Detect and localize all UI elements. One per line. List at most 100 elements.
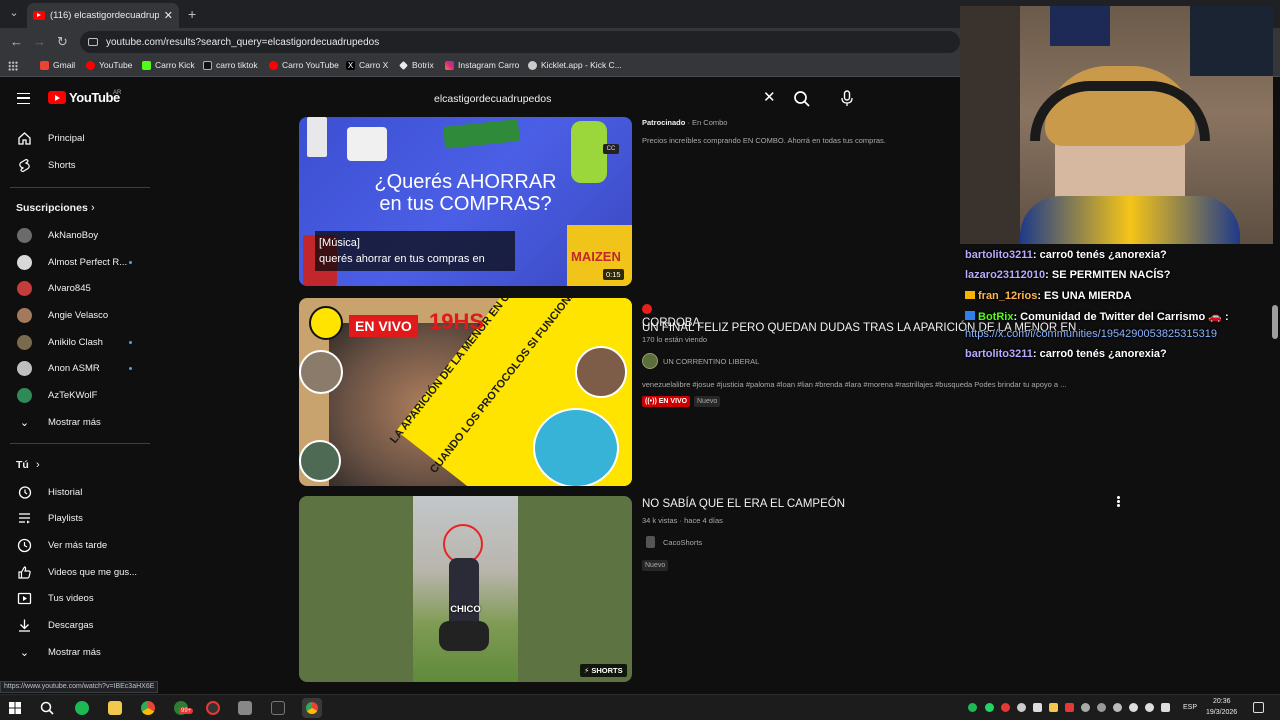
tab-close-icon[interactable]: ✕ bbox=[164, 9, 173, 22]
thumbnail-time-label: 19HS bbox=[429, 309, 485, 334]
clear-search-icon[interactable]: ✕ bbox=[763, 90, 776, 105]
tray-icon[interactable] bbox=[1033, 703, 1042, 712]
page-scrollbar-thumb[interactable] bbox=[1272, 305, 1278, 339]
show-more-subscriptions[interactable]: ⌄ Mostrar más bbox=[0, 410, 160, 434]
app-icon[interactable] bbox=[238, 701, 252, 715]
tray-icon[interactable] bbox=[1001, 703, 1010, 712]
shorts-badge: ⚡ SHORTS bbox=[580, 664, 627, 677]
sidebar-item-home[interactable]: Principal bbox=[0, 126, 160, 150]
sidebar-item-subscription[interactable]: Alvaro845 bbox=[0, 276, 160, 300]
site-info-icon[interactable] bbox=[88, 38, 98, 46]
search-icon[interactable] bbox=[793, 90, 811, 108]
chrome-icon[interactable] bbox=[141, 701, 155, 715]
tray-icon[interactable] bbox=[1017, 703, 1026, 712]
bookmark-botrix[interactable]: Botrix bbox=[399, 60, 434, 70]
volume-icon[interactable] bbox=[1145, 703, 1154, 712]
windows-start-icon[interactable] bbox=[9, 702, 21, 714]
avatar bbox=[17, 280, 32, 296]
red-circle-icon bbox=[642, 304, 652, 314]
you-heading[interactable]: Tú › bbox=[0, 453, 160, 477]
clock-time[interactable]: 20:36 bbox=[1213, 698, 1231, 705]
show-more-you[interactable]: ⌄ Mostrar más bbox=[0, 640, 160, 664]
video-thumbnail[interactable]: LA APARICIÓN DE LA MENOR EN CORDOBA DEJA… bbox=[299, 298, 632, 486]
closed-captions-icon[interactable]: CC bbox=[603, 144, 619, 154]
tray-icon[interactable] bbox=[1097, 703, 1106, 712]
avatar[interactable] bbox=[642, 353, 658, 369]
sidebar-item-subscription[interactable]: Anikilo Clash bbox=[0, 330, 160, 354]
omnibox[interactable]: youtube.com/results?search_query=elcasti… bbox=[80, 31, 960, 53]
bookmark-carro-youtube[interactable]: Carro YouTube bbox=[269, 60, 339, 70]
youtube-logo[interactable]: YouTube bbox=[48, 90, 120, 105]
video-title[interactable]: NO SABÍA QUE EL ERA EL CAMPEÓN bbox=[642, 498, 845, 510]
file-explorer-icon[interactable] bbox=[108, 701, 122, 715]
sidebar-item-downloads[interactable]: Descargas bbox=[0, 613, 160, 637]
advertiser-name[interactable]: En Combo bbox=[692, 118, 727, 127]
inset-photo bbox=[299, 440, 341, 482]
bookmark-gmail[interactable]: Gmail bbox=[40, 60, 75, 70]
sidebar: Principal Shorts Suscripciones › AkNanoB… bbox=[0, 119, 160, 679]
forward-icon[interactable]: → bbox=[33, 35, 46, 49]
tray-icon[interactable] bbox=[1049, 703, 1058, 712]
bookmark-instagram-carro[interactable]: Instagram Carro bbox=[445, 60, 519, 70]
obs-icon[interactable] bbox=[206, 701, 220, 715]
apps-grid-icon[interactable] bbox=[8, 61, 18, 71]
chat-link[interactable]: https://x.com/i/communities/195429005382… bbox=[965, 328, 1217, 340]
youtube-icon bbox=[86, 60, 95, 70]
sidebar-item-subscription[interactable]: Anon ASMR bbox=[0, 356, 160, 380]
avatar bbox=[17, 307, 32, 323]
clock-date[interactable]: 19/3/2026 bbox=[1206, 709, 1237, 716]
menu-icon[interactable] bbox=[17, 93, 30, 104]
history-icon bbox=[18, 485, 32, 499]
spotify-icon[interactable] bbox=[75, 701, 89, 715]
new-content-dot bbox=[129, 340, 132, 344]
app-icon[interactable] bbox=[271, 701, 285, 715]
sidebar-item-playlists[interactable]: Playlists bbox=[0, 506, 160, 530]
avatar bbox=[17, 227, 32, 243]
battery-icon[interactable] bbox=[1161, 703, 1170, 712]
channel-name[interactable]: CacoShorts bbox=[663, 538, 702, 547]
sidebar-item-subscription[interactable]: AkNanoBoy bbox=[0, 223, 160, 247]
sidebar-item-shorts[interactable]: Shorts bbox=[0, 153, 160, 177]
sidebar-item-watch-later[interactable]: Ver más tarde bbox=[0, 533, 160, 557]
shorts-thumbnail[interactable]: CHICO ⚡ SHORTS bbox=[299, 496, 632, 682]
sidebar-item-liked-videos[interactable]: Videos que me gus... bbox=[0, 560, 160, 584]
microphone-icon[interactable] bbox=[840, 90, 854, 107]
sidebar-item-your-videos[interactable]: Tus videos bbox=[0, 586, 160, 610]
back-icon[interactable]: ← bbox=[10, 35, 23, 49]
sidebar-item-subscription[interactable]: AzTeKWolF bbox=[0, 383, 160, 407]
whatsapp-tray-icon[interactable] bbox=[985, 703, 994, 712]
tray-icon[interactable] bbox=[1065, 703, 1074, 712]
product-image bbox=[347, 127, 387, 161]
bookmark-carro-x[interactable]: X Carro X bbox=[346, 60, 388, 70]
subscriptions-heading[interactable]: Suscripciones › bbox=[0, 196, 160, 220]
channel-name[interactable]: UN CORRENTINO LIBERAL bbox=[663, 357, 759, 366]
sidebar-item-history[interactable]: Historial bbox=[0, 480, 160, 504]
bookmark-carro-tiktok[interactable]: carro tiktok bbox=[203, 60, 258, 70]
url-text[interactable]: youtube.com/results?search_query=elcasti… bbox=[106, 37, 379, 48]
bookmark-youtube[interactable]: YouTube bbox=[86, 60, 132, 70]
tray-icon[interactable] bbox=[1113, 703, 1122, 712]
new-content-dot bbox=[129, 260, 132, 264]
language-indicator[interactable]: ESP bbox=[1183, 704, 1197, 711]
notifications-icon[interactable] bbox=[1253, 702, 1264, 713]
chevron-down-icon: ⌄ bbox=[19, 646, 30, 659]
tab-search-icon[interactable]: ⌄ bbox=[6, 5, 22, 21]
room-wall bbox=[960, 6, 1020, 244]
bookmark-kicklet[interactable]: Kicklet.app - Kick C... bbox=[528, 60, 622, 70]
ad-sponsor-line: Patrocinado · En Combo bbox=[642, 118, 728, 127]
sidebar-item-subscription[interactable]: Angie Velasco bbox=[0, 303, 160, 327]
video-title-line-2[interactable]: CORDOBA bbox=[642, 317, 700, 329]
sidebar-item-subscription[interactable]: Almost Perfect R... bbox=[0, 250, 160, 274]
spotify-tray-icon[interactable] bbox=[968, 703, 977, 712]
ad-thumbnail[interactable]: CC ¿Querés AHORRAR en tus COMPRAS? MAIZE… bbox=[299, 117, 632, 286]
new-tab-icon[interactable]: + bbox=[188, 6, 196, 22]
more-options-icon[interactable] bbox=[1115, 495, 1123, 509]
search-icon[interactable] bbox=[40, 701, 54, 715]
avatar[interactable] bbox=[646, 536, 655, 548]
tray-icon[interactable] bbox=[1081, 703, 1090, 712]
bookmark-carro-kick[interactable]: Carro Kick bbox=[142, 60, 195, 70]
search-input[interactable]: elcastigordecuadrupedos bbox=[434, 93, 551, 105]
network-icon[interactable] bbox=[1129, 703, 1138, 712]
reload-icon[interactable]: ↻ bbox=[57, 35, 68, 49]
browser-tab[interactable]: (116) elcastigordecuadrupedos ✕ bbox=[27, 3, 179, 28]
